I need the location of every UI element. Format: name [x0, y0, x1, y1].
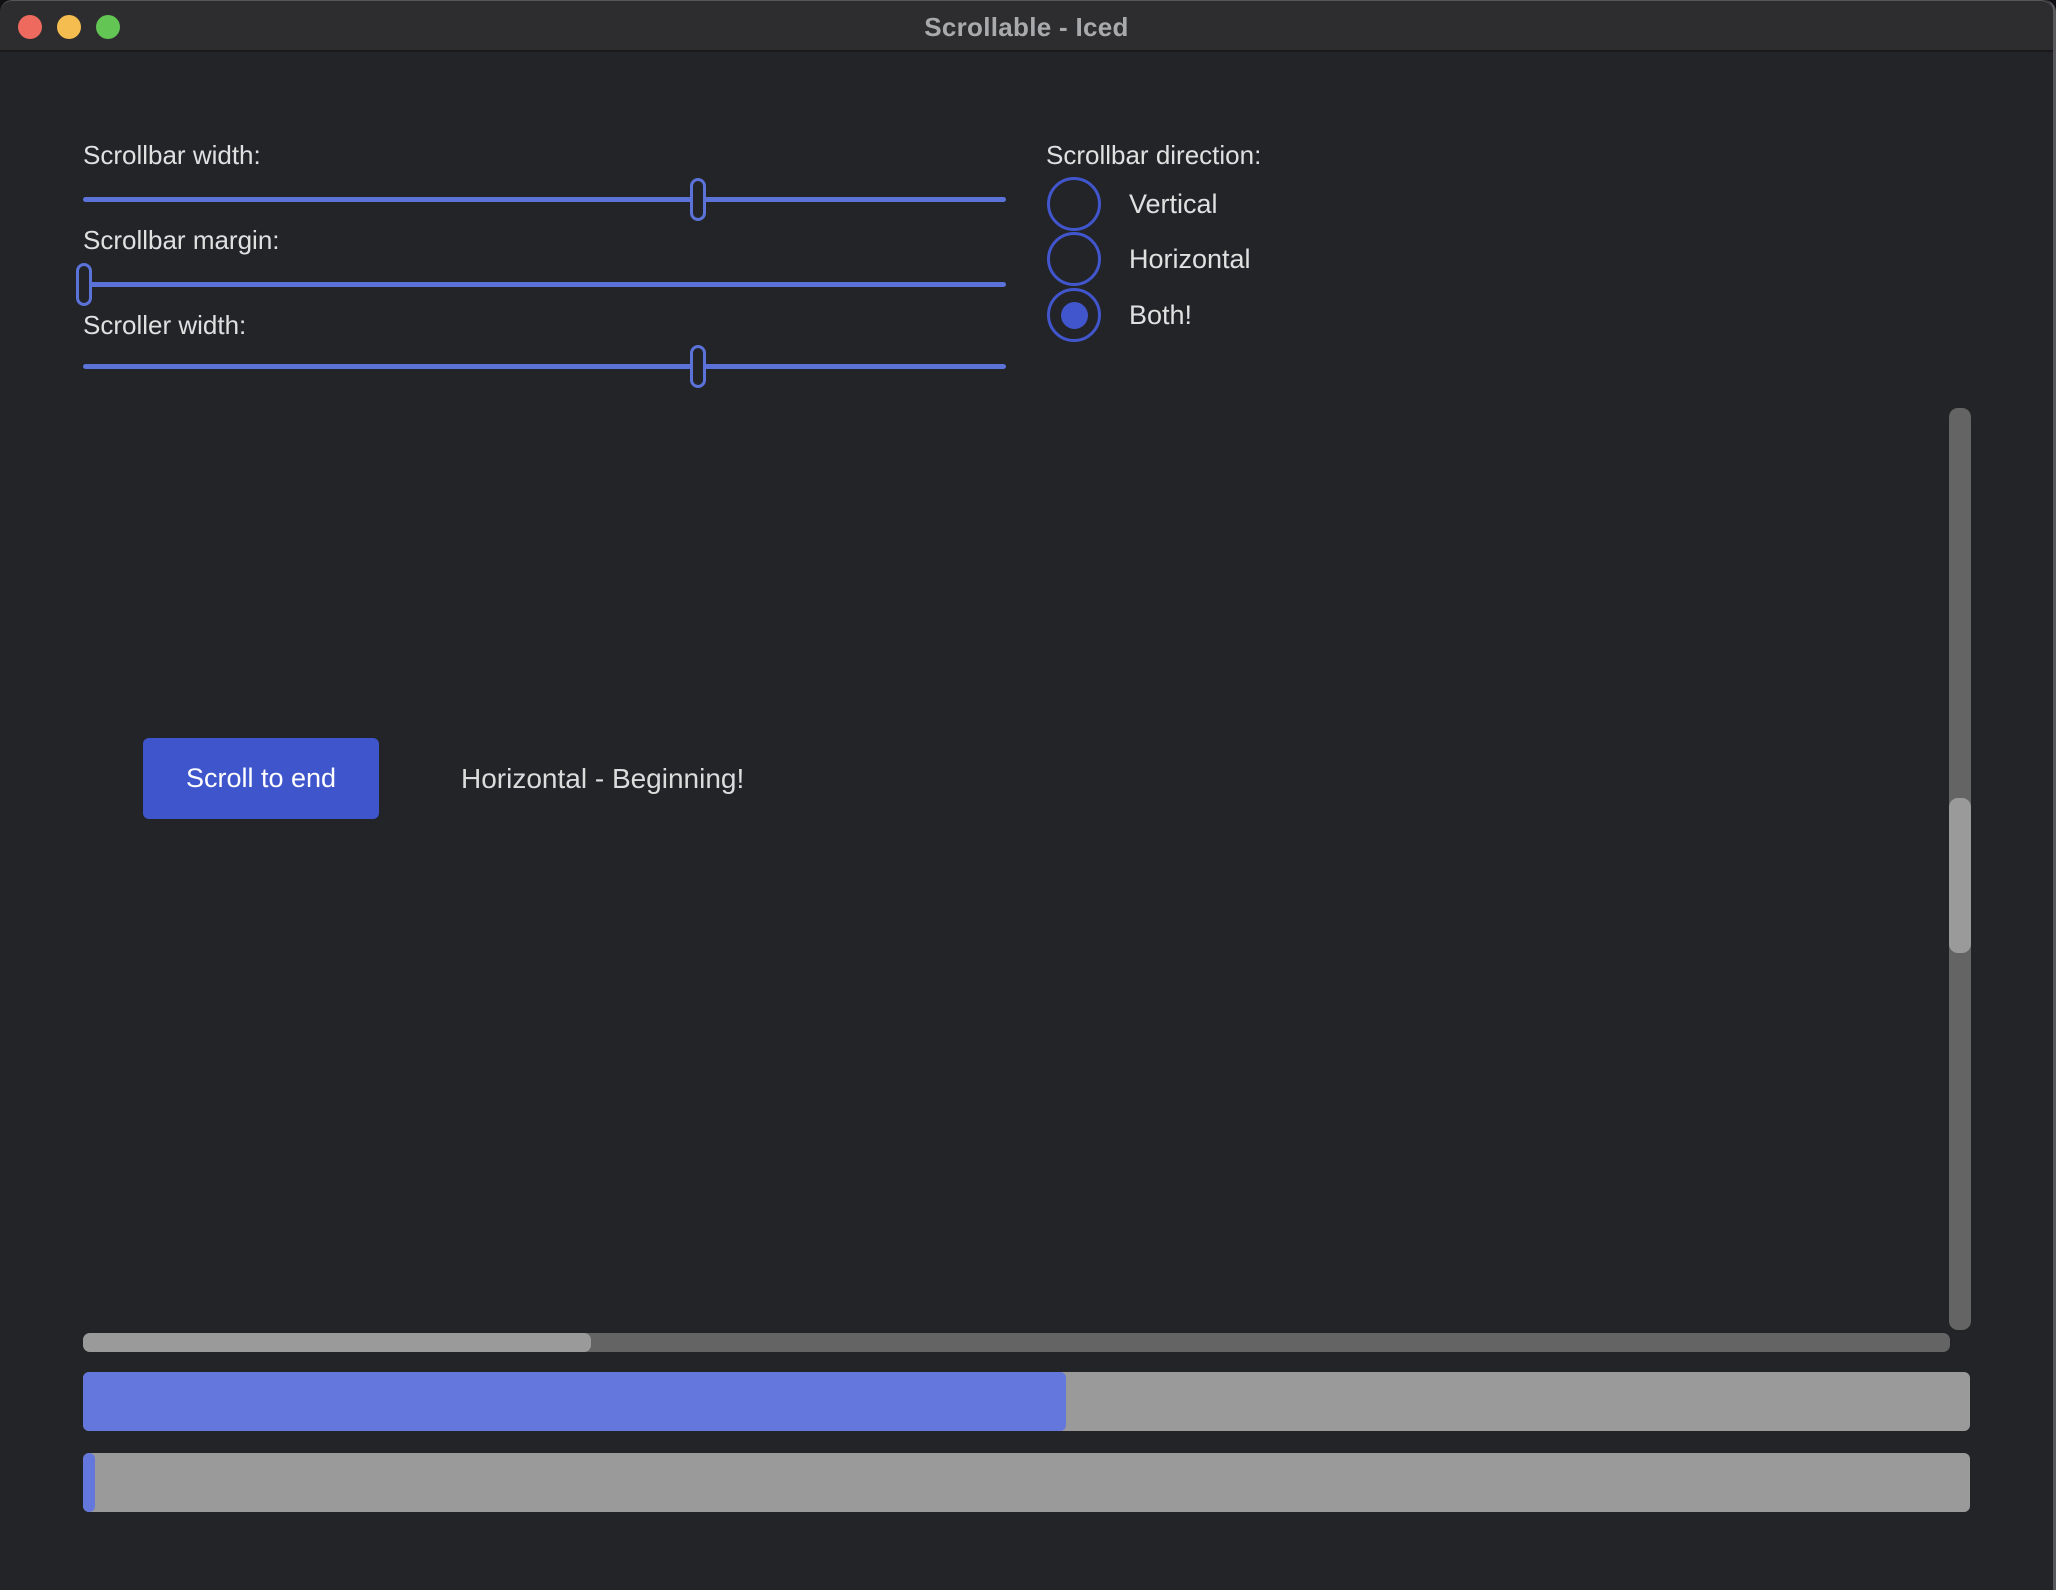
- horizontal-scrollbar-track[interactable]: [83, 1333, 1950, 1352]
- scrollbar-width-slider-handle[interactable]: [690, 178, 706, 221]
- radio-horizontal-label: Horizontal: [1129, 244, 1251, 275]
- app-window: Scrollable - Iced Scrollbar width: Scrol…: [0, 0, 2056, 1590]
- vertical-scrollbar-track[interactable]: [1949, 408, 1971, 1330]
- radio-both-label: Both!: [1129, 300, 1192, 331]
- scrollbar-margin-slider[interactable]: [83, 282, 1006, 287]
- radio-circle-selected-icon: [1047, 288, 1101, 342]
- window-title: Scrollable - Iced: [0, 1, 2053, 53]
- radio-horizontal[interactable]: Horizontal: [1047, 232, 1251, 286]
- horizontal-progress-bar: [83, 1372, 1970, 1431]
- radio-both[interactable]: Both!: [1047, 288, 1192, 342]
- scroll-status-text: Horizontal - Beginning!: [461, 763, 744, 795]
- vertical-scrollbar-thumb[interactable]: [1949, 798, 1971, 953]
- scrollbar-width-label: Scrollbar width:: [83, 138, 261, 172]
- scrollbar-margin-slider-handle[interactable]: [76, 263, 92, 306]
- titlebar: Scrollable - Iced: [0, 0, 2053, 52]
- horizontal-progress-fill: [83, 1372, 1066, 1431]
- scrollbar-width-slider[interactable]: [83, 197, 1006, 202]
- radio-vertical-label: Vertical: [1129, 189, 1218, 220]
- scroller-width-label: Scroller width:: [83, 308, 246, 342]
- radio-circle-icon: [1047, 232, 1101, 286]
- horizontal-scrollbar-thumb[interactable]: [83, 1333, 591, 1352]
- scroller-width-slider-handle[interactable]: [690, 345, 706, 388]
- scroller-width-slider[interactable]: [83, 364, 1006, 369]
- radio-circle-icon: [1047, 177, 1101, 231]
- vertical-progress-bar: [83, 1453, 1970, 1512]
- scrollbar-direction-label: Scrollbar direction:: [1046, 138, 1261, 172]
- scroll-to-end-button[interactable]: Scroll to end: [143, 738, 379, 819]
- radio-vertical[interactable]: Vertical: [1047, 177, 1218, 231]
- vertical-progress-fill: [83, 1453, 95, 1512]
- scrollbar-margin-label: Scrollbar margin:: [83, 223, 280, 257]
